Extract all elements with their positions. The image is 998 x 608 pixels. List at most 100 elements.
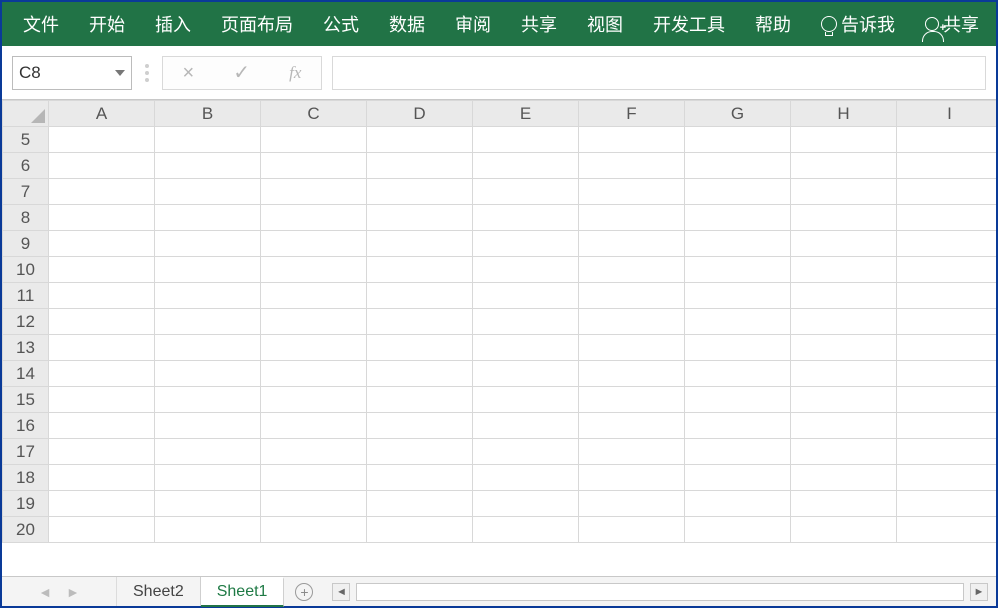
cell[interactable] (367, 283, 473, 309)
scroll-left-button[interactable]: ◄ (332, 583, 350, 601)
cell[interactable] (685, 439, 791, 465)
row-header[interactable]: 19 (3, 491, 49, 517)
formula-bar-drag-handle[interactable] (142, 64, 152, 82)
cell[interactable] (155, 283, 261, 309)
cell[interactable] (579, 309, 685, 335)
row-header[interactable]: 5 (3, 127, 49, 153)
cell[interactable] (473, 153, 579, 179)
cell[interactable] (367, 153, 473, 179)
cell[interactable] (791, 309, 897, 335)
cell[interactable] (367, 491, 473, 517)
cell[interactable] (155, 257, 261, 283)
ribbon-tab-data[interactable]: 数据 (374, 2, 440, 46)
cell[interactable] (685, 335, 791, 361)
cell[interactable] (155, 309, 261, 335)
cell[interactable] (473, 387, 579, 413)
cell[interactable] (155, 335, 261, 361)
ribbon-tab-help[interactable]: 帮助 (740, 2, 806, 46)
cell[interactable] (155, 491, 261, 517)
row-header[interactable]: 8 (3, 205, 49, 231)
cell[interactable] (261, 387, 367, 413)
cell[interactable] (473, 179, 579, 205)
cell[interactable] (49, 465, 155, 491)
cell[interactable] (155, 205, 261, 231)
cell[interactable] (685, 179, 791, 205)
cell[interactable] (579, 439, 685, 465)
cell[interactable] (685, 205, 791, 231)
cell[interactable] (897, 361, 997, 387)
cell[interactable] (49, 413, 155, 439)
ribbon-tellme[interactable]: 告诉我 (806, 2, 910, 46)
cell[interactable] (367, 231, 473, 257)
cell[interactable] (261, 309, 367, 335)
cell[interactable] (579, 153, 685, 179)
sheet-nav-next[interactable]: ► (66, 584, 80, 600)
cell[interactable] (367, 205, 473, 231)
row-header[interactable]: 7 (3, 179, 49, 205)
cell[interactable] (685, 231, 791, 257)
col-header[interactable]: B (155, 101, 261, 127)
cell[interactable] (897, 283, 997, 309)
insert-function-button[interactable]: fx (289, 63, 301, 83)
cell[interactable] (367, 257, 473, 283)
ribbon-tab-review[interactable]: 审阅 (440, 2, 506, 46)
row-header[interactable]: 16 (3, 413, 49, 439)
row-header[interactable]: 14 (3, 361, 49, 387)
col-header[interactable]: E (473, 101, 579, 127)
add-sheet-button[interactable]: + (284, 577, 324, 606)
cell[interactable] (49, 257, 155, 283)
cell[interactable] (897, 491, 997, 517)
cell[interactable] (155, 517, 261, 543)
cell[interactable] (579, 413, 685, 439)
cell[interactable] (791, 517, 897, 543)
horizontal-scrollbar[interactable]: ◄ ► (324, 577, 996, 606)
ribbon-tab-share[interactable]: 共享 (506, 2, 572, 46)
cell[interactable] (473, 491, 579, 517)
cell[interactable] (791, 361, 897, 387)
cell[interactable] (367, 361, 473, 387)
cell[interactable] (897, 439, 997, 465)
cell[interactable] (473, 231, 579, 257)
cell[interactable] (473, 205, 579, 231)
cell[interactable] (473, 439, 579, 465)
scroll-track[interactable] (356, 583, 964, 601)
cell[interactable] (49, 335, 155, 361)
chevron-down-icon[interactable] (115, 70, 125, 76)
row-header[interactable]: 6 (3, 153, 49, 179)
cell[interactable] (261, 335, 367, 361)
cell[interactable] (49, 309, 155, 335)
cell[interactable] (49, 283, 155, 309)
col-header[interactable]: I (897, 101, 997, 127)
cell[interactable] (261, 231, 367, 257)
cell[interactable] (897, 257, 997, 283)
cell[interactable] (579, 127, 685, 153)
row-header[interactable]: 20 (3, 517, 49, 543)
cell[interactable] (155, 413, 261, 439)
cell[interactable] (261, 465, 367, 491)
cell[interactable] (791, 153, 897, 179)
sheet-tab[interactable]: Sheet2 (117, 577, 201, 606)
cell[interactable] (155, 127, 261, 153)
cell[interactable] (367, 387, 473, 413)
cell[interactable] (791, 387, 897, 413)
cell[interactable] (579, 179, 685, 205)
cell[interactable] (49, 491, 155, 517)
ribbon-tab-view[interactable]: 视图 (572, 2, 638, 46)
row-header[interactable]: 12 (3, 309, 49, 335)
cell[interactable] (473, 257, 579, 283)
select-all-corner[interactable] (3, 101, 49, 127)
cell[interactable] (473, 361, 579, 387)
sheet-tab[interactable]: Sheet1 (201, 577, 285, 607)
cell[interactable] (367, 179, 473, 205)
cell[interactable] (579, 231, 685, 257)
cell[interactable] (155, 179, 261, 205)
cell[interactable] (579, 335, 685, 361)
cell[interactable] (473, 413, 579, 439)
cell[interactable] (155, 439, 261, 465)
cell[interactable] (155, 153, 261, 179)
cell[interactable] (685, 517, 791, 543)
scroll-right-button[interactable]: ► (970, 583, 988, 601)
cell[interactable] (261, 179, 367, 205)
cell[interactable] (579, 361, 685, 387)
ribbon-tab-formulas[interactable]: 公式 (308, 2, 374, 46)
